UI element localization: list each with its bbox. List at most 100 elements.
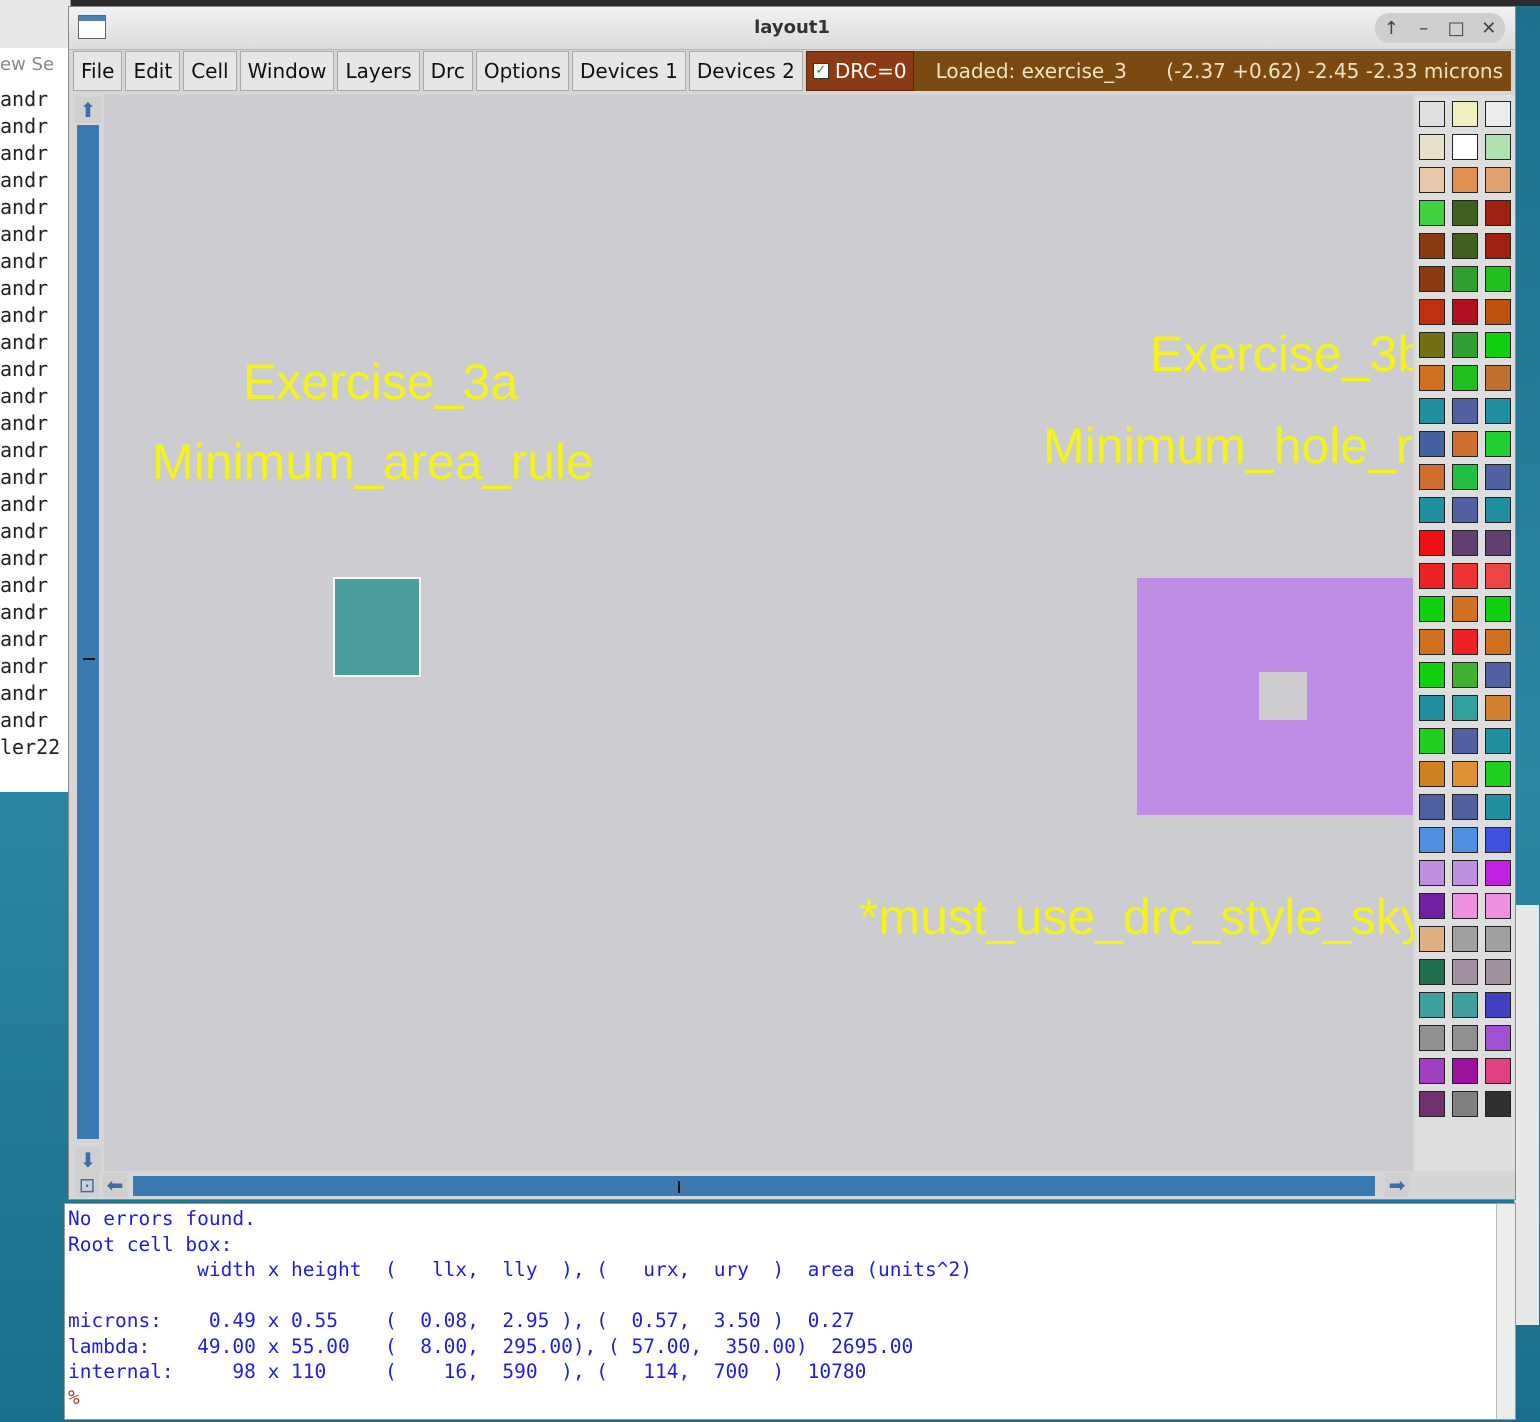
layer-swatch[interactable] (1452, 1058, 1478, 1084)
layer-swatch[interactable] (1419, 629, 1445, 655)
layer-swatch[interactable] (1485, 728, 1511, 754)
layer-swatch[interactable] (1419, 992, 1445, 1018)
teal-layer-rectangle[interactable] (333, 577, 421, 677)
scroll-down-icon[interactable]: ⬇ (75, 1147, 101, 1173)
label-minimum-hole-rule[interactable]: Minimum_hole_r (1043, 417, 1413, 475)
layer-swatch[interactable] (1485, 893, 1511, 919)
layer-swatch[interactable] (1419, 695, 1445, 721)
layer-swatch[interactable] (1452, 233, 1478, 259)
layer-swatch[interactable] (1485, 926, 1511, 952)
window-maximize-button[interactable]: □ (1442, 18, 1470, 39)
layer-swatch[interactable] (1485, 530, 1511, 556)
layer-swatch[interactable] (1452, 365, 1478, 391)
layer-swatch[interactable] (1419, 596, 1445, 622)
console-prompt[interactable]: % (68, 1386, 80, 1409)
layer-swatch[interactable] (1419, 662, 1445, 688)
layer-swatch[interactable] (1419, 332, 1445, 358)
layer-swatch[interactable] (1452, 563, 1478, 589)
layer-swatch[interactable] (1485, 101, 1511, 127)
console-window[interactable]: No errors found. Root cell box: width x … (64, 1203, 1516, 1420)
layer-swatch[interactable] (1485, 827, 1511, 853)
layer-swatch[interactable] (1419, 728, 1445, 754)
layer-swatch[interactable] (1485, 695, 1511, 721)
layer-swatch[interactable] (1485, 431, 1511, 457)
layer-swatch[interactable] (1419, 794, 1445, 820)
scroll-left-icon[interactable]: ⬅ (103, 1173, 127, 1197)
layer-swatch[interactable] (1485, 398, 1511, 424)
layer-swatch[interactable] (1452, 1025, 1478, 1051)
layer-swatch[interactable] (1419, 365, 1445, 391)
layer-swatch[interactable] (1452, 266, 1478, 292)
label-exercise-3a[interactable]: Exercise_3a (243, 353, 518, 411)
layer-swatch[interactable] (1419, 1058, 1445, 1084)
vertical-scroll-track[interactable] (77, 125, 99, 1139)
layer-swatch[interactable] (1452, 992, 1478, 1018)
layer-swatch[interactable] (1452, 1091, 1478, 1117)
layer-swatch[interactable] (1419, 959, 1445, 985)
layer-swatch[interactable] (1419, 1091, 1445, 1117)
vertical-scrollbar[interactable]: ⬆ ⬇ (75, 95, 101, 1173)
layer-swatch[interactable] (1485, 464, 1511, 490)
menu-layers[interactable]: Layers (337, 51, 420, 91)
layer-swatch[interactable] (1419, 167, 1445, 193)
layer-swatch[interactable] (1452, 827, 1478, 853)
layer-swatch[interactable] (1419, 761, 1445, 787)
horizontal-scrollbar[interactable]: ⊡ ⬅ ➡ (75, 1173, 1409, 1199)
label-minimum-area-rule[interactable]: Minimum_area_rule (152, 433, 594, 491)
label-must-use-drc-style[interactable]: *must_use_drc_style_sky (859, 888, 1413, 946)
layer-swatch[interactable] (1485, 167, 1511, 193)
layer-swatch[interactable] (1419, 926, 1445, 952)
title-bar[interactable]: layout1 ↑ – □ ✕ (69, 7, 1515, 50)
layer-swatch[interactable] (1452, 596, 1478, 622)
menu-edit[interactable]: Edit (125, 51, 181, 91)
menu-options[interactable]: Options (475, 51, 569, 91)
layer-swatch[interactable] (1485, 563, 1511, 589)
layer-swatch[interactable] (1452, 695, 1478, 721)
layer-swatch[interactable] (1452, 332, 1478, 358)
layer-swatch[interactable] (1485, 992, 1511, 1018)
layer-swatch[interactable] (1485, 299, 1511, 325)
layer-swatch[interactable] (1485, 662, 1511, 688)
layer-swatch[interactable] (1419, 200, 1445, 226)
layer-swatch[interactable] (1485, 365, 1511, 391)
layer-swatch[interactable] (1452, 299, 1478, 325)
menu-drc[interactable]: Drc (422, 51, 473, 91)
layer-swatch[interactable] (1452, 761, 1478, 787)
layer-swatch[interactable] (1419, 1025, 1445, 1051)
drc-checkbox[interactable]: ✓ (812, 63, 829, 79)
layer-swatch[interactable] (1419, 563, 1445, 589)
layer-swatch[interactable] (1485, 794, 1511, 820)
layer-swatch[interactable] (1452, 728, 1478, 754)
console-scrollbar[interactable] (1496, 1204, 1515, 1419)
layer-swatch[interactable] (1419, 134, 1445, 160)
layer-swatch[interactable] (1452, 497, 1478, 523)
layer-swatch[interactable] (1419, 266, 1445, 292)
layer-swatch[interactable] (1485, 497, 1511, 523)
zoom-box-icon[interactable]: ⊡ (75, 1173, 99, 1197)
layer-swatch[interactable] (1452, 629, 1478, 655)
layer-swatch[interactable] (1419, 860, 1445, 886)
menu-cell[interactable]: Cell (183, 51, 237, 91)
layer-swatch[interactable] (1452, 398, 1478, 424)
layer-swatch[interactable] (1485, 1058, 1511, 1084)
window-minimize-button[interactable]: – (1410, 18, 1438, 39)
layout-canvas[interactable]: Exercise_3a Minimum_area_rule Exercise_3… (104, 95, 1413, 1171)
layer-swatch[interactable] (1485, 134, 1511, 160)
layer-swatch[interactable] (1485, 860, 1511, 886)
layer-swatch[interactable] (1485, 1025, 1511, 1051)
label-exercise-3b[interactable]: Exercise_3b (1150, 325, 1413, 383)
layer-swatch[interactable] (1419, 530, 1445, 556)
background-terminal-window[interactable]: ew Se andr andr andr andr andr andr andr andr an… (0, 0, 71, 792)
layer-swatch[interactable] (1452, 794, 1478, 820)
layer-swatch[interactable] (1452, 431, 1478, 457)
layer-swatch[interactable] (1419, 464, 1445, 490)
window-raise-button[interactable]: ↑ (1377, 18, 1405, 39)
drc-toggle[interactable]: ✓ DRC=0 (805, 51, 914, 91)
layer-swatch[interactable] (1452, 464, 1478, 490)
layer-swatch[interactable] (1485, 332, 1511, 358)
layer-swatch[interactable] (1452, 662, 1478, 688)
scroll-right-icon[interactable]: ➡ (1385, 1173, 1409, 1197)
layer-swatch[interactable] (1419, 497, 1445, 523)
layer-swatch[interactable] (1452, 200, 1478, 226)
layer-swatch[interactable] (1419, 827, 1445, 853)
